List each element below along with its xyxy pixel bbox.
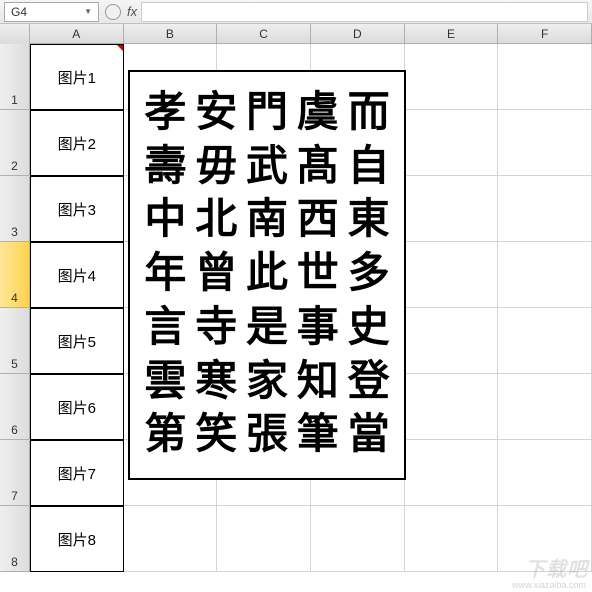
col-header-c[interactable]: C <box>217 24 311 44</box>
col-header-d[interactable]: D <box>311 24 405 44</box>
fx-label[interactable]: fx <box>127 4 137 19</box>
col-header-e[interactable]: E <box>405 24 499 44</box>
row-header-1[interactable]: 1 <box>0 44 30 110</box>
select-all-corner[interactable] <box>0 24 30 44</box>
calligraphy-column: 虞 髙 西 世 事 知 筆 <box>297 87 339 463</box>
column-headers: A B C D E F <box>0 24 592 44</box>
table-row: 8图片8 <box>0 506 592 572</box>
fx-circle-icon[interactable] <box>105 4 121 20</box>
col-header-a[interactable]: A <box>30 24 124 44</box>
formula-buttons: fx <box>105 4 141 20</box>
cell-e5[interactable] <box>405 308 499 374</box>
cell-f5[interactable] <box>498 308 592 374</box>
calligraphy-column: 門 武 南 此 是 家 張 <box>246 87 288 463</box>
cell-e1[interactable] <box>405 44 499 110</box>
cell-f4[interactable] <box>498 242 592 308</box>
cell-e2[interactable] <box>405 110 499 176</box>
cell-e6[interactable] <box>405 374 499 440</box>
watermark-url: www.xiazaiba.com <box>512 580 586 590</box>
cell-a1[interactable]: 图片1 <box>30 44 124 110</box>
cell-f1[interactable] <box>498 44 592 110</box>
cell-e4[interactable] <box>405 242 499 308</box>
cell-e7[interactable] <box>405 440 499 506</box>
row-header-7[interactable]: 7 <box>0 440 30 506</box>
formula-input[interactable] <box>141 2 588 22</box>
spreadsheet-grid: A B C D E F 1图片12图片23图片34图片45图片56图片67图片7… <box>0 24 592 572</box>
cell-a6[interactable]: 图片6 <box>30 374 124 440</box>
cell-e8[interactable] <box>405 506 499 572</box>
cell-a2[interactable]: 图片2 <box>30 110 124 176</box>
cell-b8[interactable] <box>124 506 218 572</box>
calligraphy-column: 安 毋 北 曾 寺 寒 笑 <box>195 87 237 463</box>
calligraphy-column: 孝 壽 中 年 言 雲 第 <box>144 87 186 463</box>
cell-a4[interactable]: 图片4 <box>30 242 124 308</box>
row-header-3[interactable]: 3 <box>0 176 30 242</box>
row-header-2[interactable]: 2 <box>0 110 30 176</box>
row-header-8[interactable]: 8 <box>0 506 30 572</box>
col-header-b[interactable]: B <box>124 24 218 44</box>
comment-indicator-icon[interactable] <box>117 45 123 51</box>
cell-a5[interactable]: 图片5 <box>30 308 124 374</box>
cell-a8[interactable]: 图片8 <box>30 506 124 572</box>
name-box[interactable]: G4 ▼ <box>4 2 99 22</box>
formula-bar: G4 ▼ fx <box>0 0 592 24</box>
cell-f2[interactable] <box>498 110 592 176</box>
cell-f6[interactable] <box>498 374 592 440</box>
comment-image-overlay[interactable]: 而 自 東 多 史 登 當 虞 髙 西 世 事 知 筆 門 武 南 此 是 家 … <box>128 70 406 480</box>
row-header-6[interactable]: 6 <box>0 374 30 440</box>
cell-f7[interactable] <box>498 440 592 506</box>
col-header-f[interactable]: F <box>498 24 592 44</box>
cell-f3[interactable] <box>498 176 592 242</box>
cell-a7[interactable]: 图片7 <box>30 440 124 506</box>
row-header-4[interactable]: 4 <box>0 242 30 308</box>
calligraphy-column: 而 自 東 多 史 登 當 <box>348 87 390 463</box>
name-box-value: G4 <box>11 5 27 19</box>
row-header-5[interactable]: 5 <box>0 308 30 374</box>
cell-a3[interactable]: 图片3 <box>30 176 124 242</box>
cell-f8[interactable] <box>498 506 592 572</box>
cell-e3[interactable] <box>405 176 499 242</box>
cell-d8[interactable] <box>311 506 405 572</box>
dropdown-arrow-icon[interactable]: ▼ <box>84 7 92 16</box>
cell-c8[interactable] <box>217 506 311 572</box>
